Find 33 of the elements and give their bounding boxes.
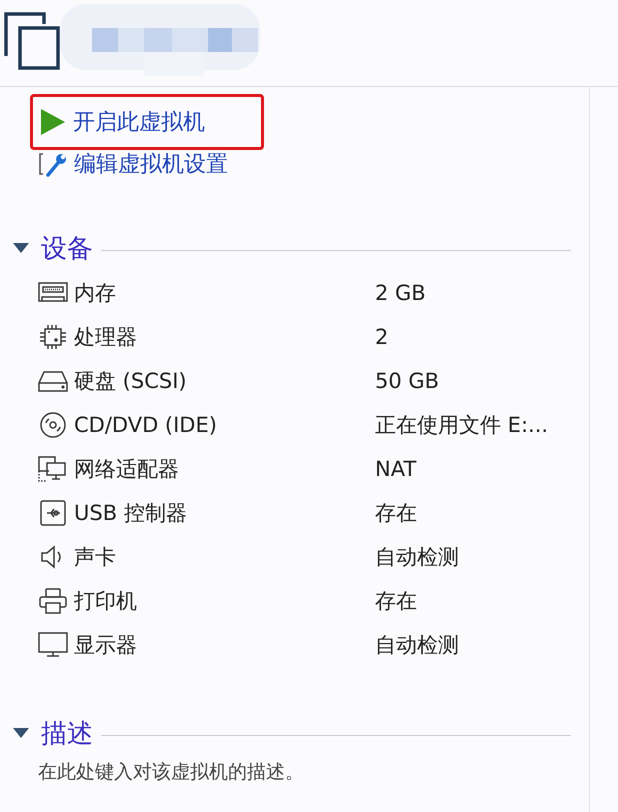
monitor-icon bbox=[38, 631, 68, 659]
collapse-triangle-icon[interactable] bbox=[13, 728, 29, 738]
play-icon bbox=[41, 109, 65, 135]
chip-icon bbox=[38, 323, 68, 351]
device-name[interactable]: 硬盘 (SCSI) bbox=[74, 367, 187, 395]
overlapping-squares-icon bbox=[4, 10, 60, 70]
device-value: 自动检测 bbox=[375, 544, 459, 571]
usb-icon bbox=[38, 499, 68, 527]
device-value: 2 bbox=[375, 325, 388, 349]
device-name[interactable]: 声卡 bbox=[74, 543, 116, 571]
device-value: 自动检测 bbox=[375, 632, 459, 659]
device-name[interactable]: 打印机 bbox=[74, 587, 137, 615]
device-name[interactable]: 内存 bbox=[74, 279, 116, 307]
collapse-triangle-icon[interactable] bbox=[13, 243, 29, 253]
network-monitors-icon bbox=[38, 455, 68, 483]
device-value: NAT bbox=[375, 457, 416, 481]
section-title: 设备 bbox=[41, 232, 93, 266]
device-value: 正在使用文件 E:... bbox=[375, 412, 548, 439]
device-name[interactable]: CD/DVD (IDE) bbox=[74, 413, 217, 437]
device-name[interactable]: 网络适配器 bbox=[74, 455, 179, 483]
section-title: 描述 bbox=[41, 718, 93, 750]
description-text[interactable]: 在此处键入对该虚拟机的描述。 bbox=[38, 759, 304, 785]
edit-settings-link[interactable]: 编辑虚拟机设置 bbox=[38, 149, 228, 179]
device-value: 存在 bbox=[375, 500, 417, 527]
printer-icon bbox=[38, 587, 68, 615]
disc-icon bbox=[38, 411, 68, 439]
device-name[interactable]: USB 控制器 bbox=[74, 499, 187, 527]
device-name[interactable]: 处理器 bbox=[74, 323, 137, 351]
device-value: 2 GB bbox=[375, 281, 426, 305]
device-value: 50 GB bbox=[375, 369, 440, 393]
start-vm-link[interactable]: 开启此虚拟机 bbox=[41, 107, 205, 137]
device-value: 存在 bbox=[375, 588, 417, 615]
device-name[interactable]: 显示器 bbox=[74, 631, 137, 659]
